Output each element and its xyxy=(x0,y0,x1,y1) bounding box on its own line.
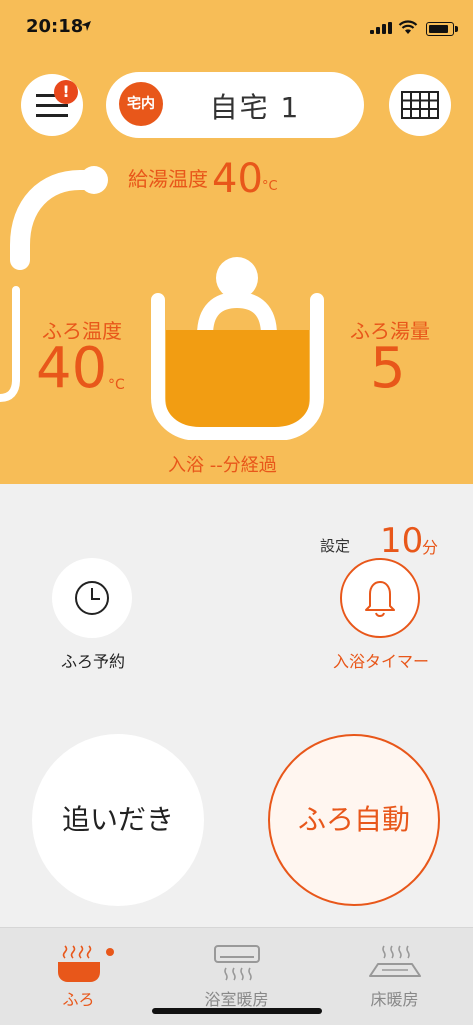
bath-reservation-button[interactable] xyxy=(52,558,132,638)
reheat-button[interactable]: 追いだき xyxy=(32,734,204,906)
home-location-tag: 宅内 xyxy=(119,82,163,126)
location-arrow-icon xyxy=(81,21,91,31)
room-heater-icon xyxy=(214,945,260,981)
clock-icon xyxy=(75,581,109,615)
bath-temp-unit: °C xyxy=(108,377,125,393)
cellular-signal-icon xyxy=(370,22,392,34)
tab-floor-heater-label: 床暖房 xyxy=(370,990,419,1009)
bath-reservation-label: ふろ予約 xyxy=(60,652,125,671)
bath-elapsed-text: 入浴 --分経過 xyxy=(168,455,277,476)
bath-timer-button[interactable] xyxy=(340,558,420,638)
feed-temp-unit: °C xyxy=(262,179,278,194)
bathtub-person-icon xyxy=(151,257,324,440)
tab-bath-label: ふろ xyxy=(62,990,95,1009)
timer-setting-value: 10 xyxy=(380,521,424,561)
grid-view-button[interactable] xyxy=(389,74,451,136)
wifi-icon xyxy=(398,20,418,34)
bell-icon xyxy=(365,581,395,617)
status-bar: 20:18 xyxy=(0,0,473,56)
battery-icon xyxy=(426,22,458,36)
timer-setting-label: 設定 xyxy=(320,537,351,555)
floor-heater-icon xyxy=(369,945,421,977)
status-time: 20:18 xyxy=(26,16,84,37)
timer-setting-unit: 分 xyxy=(422,538,439,557)
notification-badge: ! xyxy=(54,80,78,104)
feed-temp-label: 給湯温度 xyxy=(128,167,208,191)
tab-bath-dot xyxy=(106,948,114,956)
bath-temp-value: 40 xyxy=(36,336,108,401)
home-indicator[interactable] xyxy=(152,1008,322,1014)
grid-icon xyxy=(401,91,439,119)
tab-floor-heater[interactable]: 床暖房 xyxy=(316,928,473,1025)
bath-timer-label: 入浴タイマー xyxy=(332,652,429,671)
auto-bath-button[interactable]: ふろ自動 xyxy=(268,734,440,906)
tab-bath[interactable]: ふろ xyxy=(0,928,157,1025)
bath-volume-value: 5 xyxy=(370,336,406,401)
bath-icon xyxy=(58,945,100,982)
tab-bathroom-heater-label: 浴室暖房 xyxy=(204,990,269,1009)
home-name: 自宅 1 xyxy=(209,91,301,124)
feed-temp-value: 40 xyxy=(212,156,263,202)
